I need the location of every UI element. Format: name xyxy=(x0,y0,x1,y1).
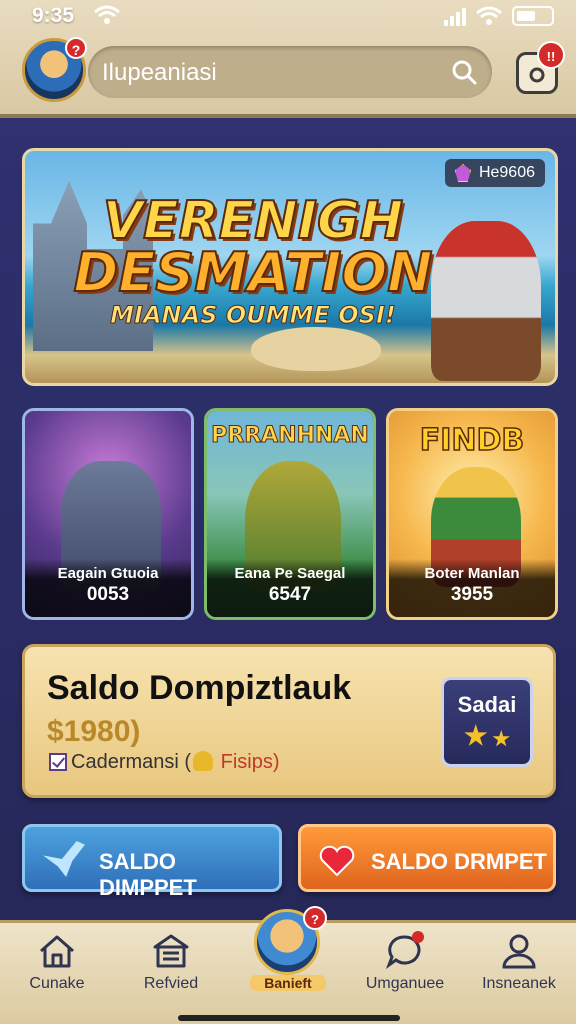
balance-note-extra: Fisips) xyxy=(220,751,280,773)
card-title: FINDB xyxy=(419,422,525,459)
airship-illustration xyxy=(251,327,381,371)
wifi-icon-right xyxy=(476,6,502,25)
battery-icon xyxy=(512,6,554,26)
card-label: Boter Manlan 3955 xyxy=(389,559,555,617)
search-bar[interactable]: Ilupeaniasi xyxy=(88,46,492,98)
hero-currency-badge: He9606 xyxy=(444,159,545,187)
balance-note: Cadermansi ( Fisips) xyxy=(71,751,280,774)
card-title: PRRANHNAN xyxy=(211,423,370,449)
shop-icon xyxy=(153,934,189,968)
home-icon xyxy=(40,935,74,968)
balance-note-text: Cadermansi ( xyxy=(71,751,192,773)
balance-title: Saldo Dompiztlauk xyxy=(47,669,352,707)
bell-icon xyxy=(193,751,214,771)
balance-panel: Saldo Dompiztlauk $1980) Cadermansi ( Fi… xyxy=(22,644,556,798)
balance-amount: $1980) xyxy=(47,715,141,748)
status-right xyxy=(444,6,554,26)
saldo-drmpet-label: SALDO DRMPET xyxy=(371,849,547,874)
profile-avatar[interactable]: ? xyxy=(22,37,87,102)
card-label: Eana Pe Saegal 6547 xyxy=(207,559,373,617)
card-label: Eagain Gtuoia 0053 xyxy=(25,559,191,617)
hero-banner[interactable]: VERENIGH DESMATION MIANAS OUMME OSI! He9… xyxy=(22,148,558,386)
hero-subtitle: MIANAS OUMME OSI! xyxy=(110,301,397,330)
signal-icon xyxy=(444,8,466,26)
hero-badge-text: He9606 xyxy=(478,164,535,181)
nav-label: Umganuee xyxy=(365,975,445,992)
card-name: Eagain Gtuoia xyxy=(57,565,159,582)
game-cards: Eagain Gtuoia 0053 PRRANHNAN Eana Pe Sae… xyxy=(22,408,558,620)
status-bar: 9:35 xyxy=(0,0,576,30)
nav-label: Banieft xyxy=(250,975,326,991)
nav-label: Insneanek xyxy=(482,975,556,992)
sadai-button[interactable]: Sadai xyxy=(441,677,533,767)
wifi-icon xyxy=(94,5,120,24)
camera-badge: !! xyxy=(537,41,565,69)
star-icon-small xyxy=(492,730,510,747)
bottom-nav: Cunake Refvied ? Banieft Umganuee Insnea… xyxy=(0,906,576,1024)
card-name: Eana Pe Saegal xyxy=(234,565,346,582)
saldo-dimppet-button[interactable]: SALDO DIMPPET xyxy=(22,824,282,900)
bird-icon xyxy=(43,841,85,877)
nav-item-umganuee[interactable]: Umganuee xyxy=(350,931,460,993)
notification-dot xyxy=(412,931,424,943)
camera-button[interactable]: !! xyxy=(516,41,565,94)
search-input[interactable]: Ilupeaniasi xyxy=(102,59,217,87)
saldo-drmpet-button[interactable]: SALDO DRMPET xyxy=(298,824,556,892)
card-number: 3955 xyxy=(450,584,494,605)
avatar-badge: ? xyxy=(65,37,87,59)
balance-checkbox[interactable] xyxy=(49,753,67,771)
game-card-2[interactable]: PRRANHNAN Eana Pe Saegal 6547 xyxy=(204,408,376,620)
nav-item-cunake[interactable]: Cunake xyxy=(2,933,112,993)
nav-item-refvied[interactable]: Refvied xyxy=(116,933,226,993)
gem-icon xyxy=(454,164,471,182)
search-icon[interactable] xyxy=(450,58,478,86)
sadai-button-label: Sadai xyxy=(457,692,517,717)
nav-label: Refvied xyxy=(143,975,199,992)
status-time: 9:35 xyxy=(32,4,75,27)
card-number: 6547 xyxy=(268,584,312,605)
nav-center-badge: ? xyxy=(303,906,327,930)
heart-icon xyxy=(319,845,355,877)
home-indicator xyxy=(178,1015,400,1021)
profile-icon xyxy=(502,934,536,969)
hero-title-line2: DESMATION xyxy=(73,240,434,305)
nav-label: Cunake xyxy=(29,975,85,992)
header-bar: 9:35 ? Ilupeaniasi !! xyxy=(0,0,576,118)
star-icon xyxy=(464,724,488,746)
nav-center-avatar[interactable]: ? xyxy=(254,906,327,975)
game-card-1[interactable]: Eagain Gtuoia 0053 xyxy=(22,408,194,620)
game-card-3[interactable]: FINDB Boter Manlan 3955 xyxy=(386,408,558,620)
card-name: Boter Manlan xyxy=(424,565,520,582)
card-number: 0053 xyxy=(86,584,130,605)
nav-item-insneanek[interactable]: Insneanek xyxy=(464,933,574,993)
saldo-dimppet-label: SALDO DIMPPET xyxy=(99,849,197,900)
